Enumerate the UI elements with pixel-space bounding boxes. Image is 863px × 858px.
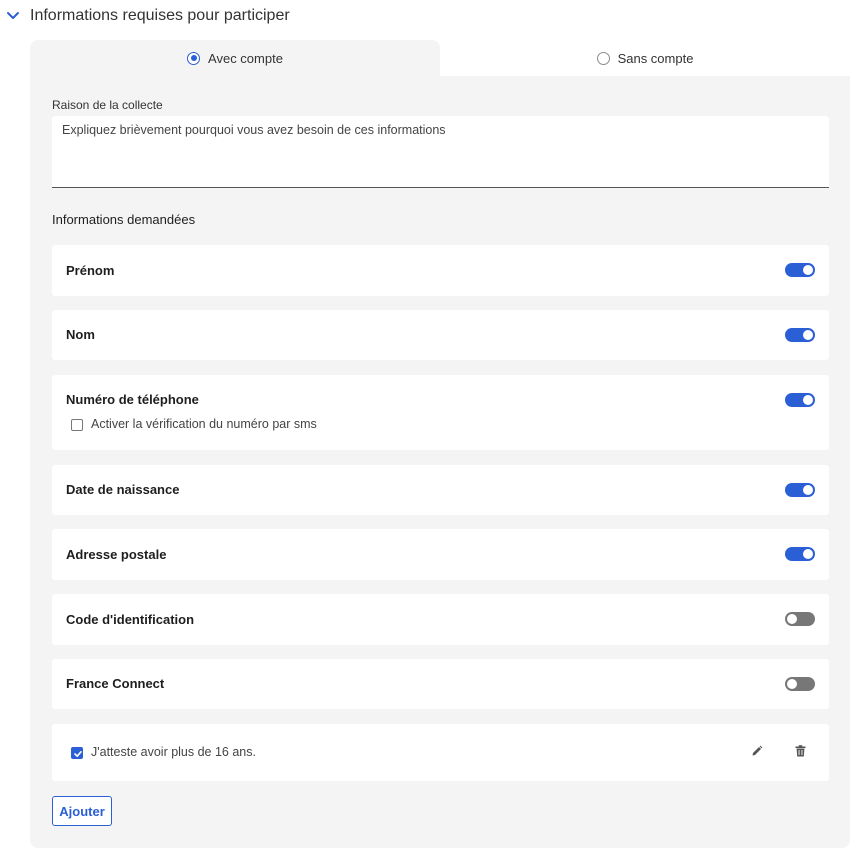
chevron-down-icon [7,12,19,19]
toggle-prenom[interactable] [785,263,815,277]
field-label: Adresse postale [66,547,167,562]
tab-label: Sans compte [617,50,694,66]
field-label: Code d'identification [66,612,195,627]
field-label: France Connect [66,676,165,691]
field-label: Nom [66,327,95,342]
toggle-knob [787,614,797,624]
sms-verification-label: Activer la vérification du numéro par sm… [91,417,317,431]
toggle-knob [803,549,813,559]
toggle-code-identification[interactable] [785,612,815,626]
toggle-nom[interactable] [785,328,815,342]
requested-info-label: Informations demandées [52,212,196,227]
field-card-code-identification: Code d'identification [52,594,829,645]
toggle-knob [803,395,813,405]
field-card-france-connect: France Connect [52,659,829,709]
toggle-knob [803,265,813,275]
field-label: Date de naissance [66,482,180,497]
field-label: Prénom [66,263,115,278]
check-icon [74,751,82,757]
field-card-nom: Nom [52,310,829,360]
section-title: Informations requises pour participer [30,7,290,24]
toggle-knob [803,330,813,340]
attest-label: J'atteste avoir plus de 16 ans. [91,745,256,759]
tab-label: Avec compte [208,50,283,66]
edit-button[interactable] [750,744,764,758]
field-card-adresse: Adresse postale [52,529,829,580]
section-header[interactable]: Informations requises pour participer [0,0,863,34]
radio-sans-compte[interactable] [596,51,610,65]
sms-verification-checkbox[interactable] [71,419,83,431]
field-card-date-naissance: Date de naissance [52,465,829,515]
trash-icon [795,745,805,757]
tab-sans-compte[interactable]: Sans compte [440,40,850,76]
reason-label: Raison de la collecte [52,98,163,112]
toggle-adresse[interactable] [785,547,815,561]
toggle-knob [803,485,813,495]
attest-checkbox[interactable] [71,747,83,759]
radio-avec-compte[interactable] [187,51,201,65]
field-label: Numéro de téléphone [66,392,199,407]
toggle-telephone[interactable] [785,393,815,407]
tab-avec-compte[interactable]: Avec compte [30,40,440,76]
field-card-telephone: Numéro de téléphone Activer la vérificat… [52,375,829,450]
toggle-knob [787,679,797,689]
delete-button[interactable] [793,744,807,758]
toggle-date-naissance[interactable] [785,483,815,497]
custom-checkbox-card: J'atteste avoir plus de 16 ans. [52,724,829,781]
field-card-prenom: Prénom [52,245,829,296]
pencil-icon [752,745,763,756]
add-button[interactable]: Ajouter [52,796,112,826]
reason-textarea[interactable] [52,116,829,188]
toggle-france-connect[interactable] [785,677,815,691]
